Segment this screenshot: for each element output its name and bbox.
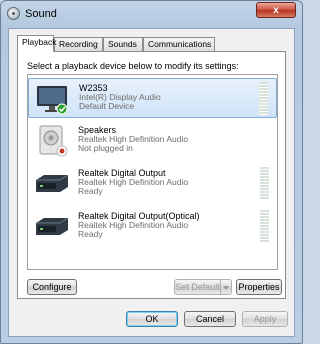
tab-communications[interactable]: Communications: [143, 37, 215, 51]
device-status: Not plugged in: [78, 143, 133, 153]
digital-output-icon: [36, 174, 69, 192]
device-list[interactable]: W2353 Intel(R) Display Audio Default Dev…: [27, 74, 278, 270]
playback-panel: Select a playback device below to modify…: [17, 51, 286, 299]
monitor-icon: [37, 86, 68, 115]
level-meter: [260, 167, 269, 200]
level-meter: [260, 210, 269, 243]
set-default-dropdown[interactable]: [220, 279, 232, 295]
chevron-down-icon: [223, 286, 229, 290]
apply-button[interactable]: Apply: [242, 311, 288, 327]
device-item-digital-output[interactable]: Realtek Digital Output Realtek High Defi…: [28, 164, 277, 204]
device-status: Ready: [78, 229, 103, 239]
speaker-icon: [7, 7, 20, 20]
device-status: Default Device: [79, 101, 135, 111]
instruction-text: Select a playback device below to modify…: [27, 61, 239, 71]
tab-sounds[interactable]: Sounds: [103, 37, 143, 51]
window-title: Sound: [25, 8, 57, 20]
speaker-icon: [39, 125, 68, 157]
device-item-w2353[interactable]: W2353 Intel(R) Display Audio Default Dev…: [28, 78, 277, 118]
tab-recording[interactable]: Recording: [54, 37, 103, 51]
ok-button[interactable]: OK: [126, 311, 178, 327]
tab-playback[interactable]: Playback: [17, 35, 57, 52]
level-meter: [259, 82, 268, 115]
dialog-body: Playback Recording Sounds Communications…: [8, 28, 295, 337]
close-button[interactable]: x: [256, 2, 296, 18]
set-default-button[interactable]: Set Default: [174, 279, 220, 295]
cancel-button[interactable]: Cancel: [184, 311, 236, 327]
title-bar[interactable]: Sound x: [1, 1, 302, 27]
device-item-optical-output[interactable]: Realtek Digital Output(Optical) Realtek …: [28, 207, 277, 247]
sound-dialog: Sound x Playback Recording Sounds Commun…: [0, 0, 303, 344]
device-item-speakers[interactable]: Speakers Realtek High Definition Audio N…: [28, 121, 277, 161]
properties-button[interactable]: Properties: [236, 279, 282, 295]
optical-output-icon: [36, 217, 69, 235]
configure-button[interactable]: Configure: [27, 279, 77, 295]
device-status: Ready: [78, 186, 103, 196]
